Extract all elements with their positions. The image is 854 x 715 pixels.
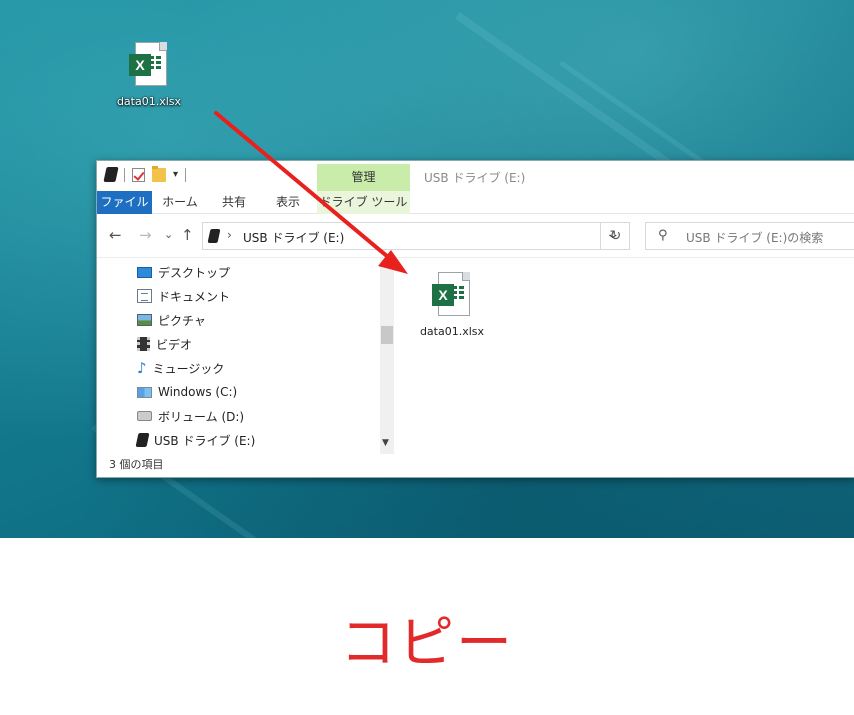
scroll-thumb[interactable] (381, 326, 393, 344)
explorer-window: ▾ 管理 USB ドライブ (E:) ファイル ホーム 共有 表示 ドライブ ツ… (96, 160, 854, 478)
properties-icon[interactable] (132, 167, 145, 182)
usb-drive-icon (135, 433, 150, 447)
title-bar: ▾ 管理 USB ドライブ (E:) (97, 161, 854, 191)
videos-icon (137, 337, 150, 351)
address-bar-row: ← → ⌄ ↑ › USB ドライブ (E:) ⌄ ↻ ⚲ USB ドライブ (… (97, 214, 854, 306)
search-box[interactable]: ⚲ USB ドライブ (E:)の検索 (645, 222, 854, 250)
windows-drive-icon (137, 386, 152, 398)
pictures-icon (137, 314, 152, 326)
music-icon: ♪ (137, 359, 147, 377)
breadcrumb-chevron-icon[interactable]: › (227, 228, 232, 242)
address-bar[interactable]: › USB ドライブ (E:) ⌄ (202, 222, 630, 250)
nav-item-label: デスクトップ (158, 265, 231, 280)
search-icon: ⚲ (658, 228, 668, 243)
file-list-pane: X data01.xlsx (397, 258, 854, 454)
quick-access-toolbar: ▾ (103, 165, 187, 182)
excel-file-icon: X (129, 42, 169, 88)
back-button[interactable]: ← (109, 226, 122, 244)
copy-caption: コピー (340, 611, 514, 676)
desktop-file-label: data01.xlsx (116, 95, 182, 108)
nav-item-label: Windows (C:) (158, 385, 238, 399)
nav-item-videos[interactable]: ビデオ (137, 332, 192, 356)
nav-item-windows-c[interactable]: Windows (C:) (137, 380, 237, 404)
scroll-up-icon[interactable]: ▲ (382, 256, 389, 266)
nav-pane-scrollbar[interactable]: ▲ ▼ (380, 256, 394, 454)
desktop-file-data01[interactable]: X data01.xlsx (112, 42, 186, 108)
recent-locations-button[interactable]: ⌄ (164, 228, 173, 241)
file-item-label: data01.xlsx (419, 325, 485, 338)
tab-manage[interactable]: 管理 (317, 164, 410, 191)
nav-item-documents[interactable]: ドキュメント (137, 284, 230, 308)
nav-item-pictures[interactable]: ピクチャ (137, 308, 206, 332)
forward-button[interactable]: → (139, 226, 152, 244)
nav-item-label: ドキュメント (158, 289, 231, 304)
breadcrumb-usb-drive[interactable]: USB ドライブ (E:) (243, 229, 344, 246)
usb-drive-icon (103, 167, 119, 182)
status-bar: 3 個の項目 (109, 458, 164, 471)
nav-item-desktop[interactable]: デスクトップ (137, 260, 230, 284)
search-placeholder: USB ドライブ (E:)の検索 (686, 231, 824, 245)
desktop-icon (137, 266, 152, 278)
tab-view[interactable]: 表示 (267, 191, 309, 214)
nav-item-music[interactable]: ♪ ミュージック (137, 356, 224, 380)
nav-item-label: ビデオ (156, 337, 193, 352)
navigation-pane: デスクトップ ドキュメント ピクチャ ビデオ ♪ ミュージック Windows … (97, 258, 397, 454)
file-item-data01[interactable]: X data01.xlsx (417, 272, 487, 338)
usb-drive-icon (207, 229, 221, 243)
up-button[interactable]: ↑ (181, 226, 194, 244)
ribbon-tabs: ファイル ホーム 共有 表示 ドライブ ツール (97, 191, 854, 214)
nav-item-label: ボリューム (D:) (158, 409, 245, 424)
nav-item-label: ミュージック (152, 361, 225, 376)
nav-item-usb-e[interactable]: USB ドライブ (E:) (135, 428, 256, 452)
documents-icon (137, 289, 152, 303)
scroll-down-icon[interactable]: ▼ (382, 438, 389, 448)
excel-file-icon: X (432, 272, 472, 318)
volume-drive-icon (137, 411, 152, 421)
nav-item-label: ピクチャ (158, 313, 206, 328)
tab-file[interactable]: ファイル (97, 191, 152, 214)
refresh-button[interactable]: ↻ (600, 222, 630, 250)
nav-item-label: USB ドライブ (E:) (154, 433, 256, 448)
new-folder-icon[interactable] (152, 165, 166, 182)
tab-share[interactable]: 共有 (215, 191, 253, 214)
customize-toolbar-icon[interactable]: ▾ (173, 169, 178, 180)
tab-home[interactable]: ホーム (159, 191, 201, 214)
screenshot: X data01.xlsx ▾ 管理 USB ドライブ (E:) ファイル ホー… (0, 0, 854, 715)
nav-item-volume-d[interactable]: ボリューム (D:) (137, 404, 244, 428)
window-title: USB ドライブ (E:) (424, 171, 526, 185)
tab-drive-tools[interactable]: ドライブ ツール (317, 191, 410, 214)
